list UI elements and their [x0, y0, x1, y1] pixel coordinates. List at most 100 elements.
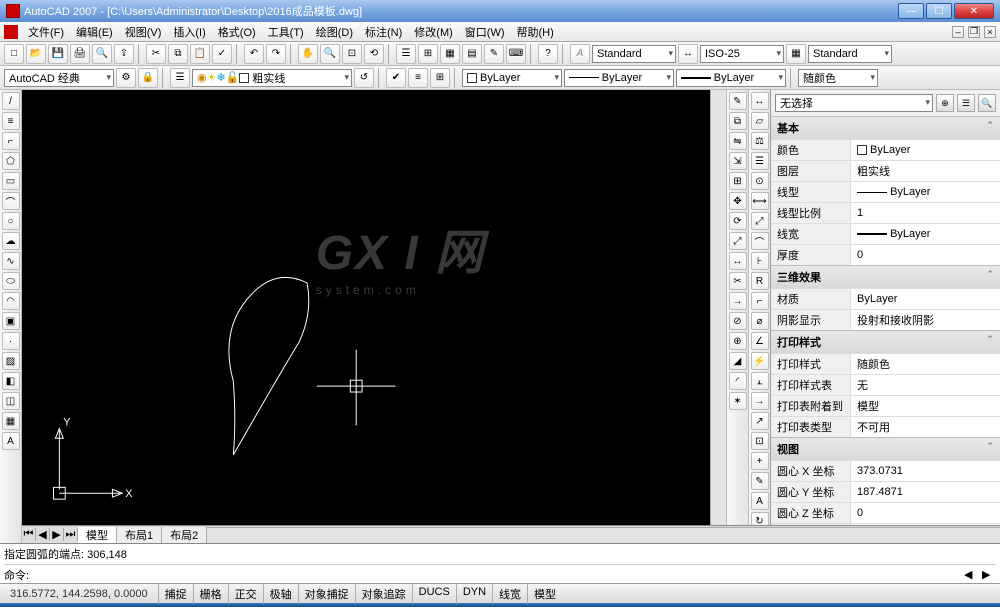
- polyline-icon[interactable]: ⌐: [2, 132, 20, 150]
- command-expand-button-left[interactable]: ◀: [964, 568, 978, 582]
- menu-tools[interactable]: 工具(T): [262, 22, 310, 42]
- prop-row[interactable]: 材质ByLayer: [771, 288, 1000, 309]
- doc-minimize-button[interactable]: –: [952, 26, 964, 38]
- prop-section-header[interactable]: 基本⌃: [771, 116, 1000, 139]
- zoom-window-button[interactable]: ⊡: [342, 44, 362, 64]
- status-toggle-对象捕捉[interactable]: 对象捕捉: [298, 584, 355, 604]
- cut-button[interactable]: ✂: [146, 44, 166, 64]
- toolbar-lock-button[interactable]: 🔒: [138, 68, 158, 88]
- menu-insert[interactable]: 插入(I): [167, 22, 211, 42]
- color-combo[interactable]: ByLayer: [462, 69, 562, 87]
- rotate-icon[interactable]: ⟳: [729, 212, 747, 230]
- join-icon[interactable]: ⊕: [729, 332, 747, 350]
- center-icon[interactable]: +: [751, 452, 769, 470]
- dim-radius-icon[interactable]: R: [751, 272, 769, 290]
- multiline-icon[interactable]: ≡: [2, 112, 20, 130]
- dim-ordinate-icon[interactable]: ⊦: [751, 252, 769, 270]
- dim-quick-icon[interactable]: ⚡: [751, 352, 769, 370]
- prop-row[interactable]: 线宽 ByLayer: [771, 223, 1000, 244]
- status-toggle-正交[interactable]: 正交: [228, 584, 263, 604]
- prop-row[interactable]: 打印表类型不可用: [771, 416, 1000, 437]
- status-toggle-模型[interactable]: 模型: [527, 584, 562, 604]
- trim-icon[interactable]: ✂: [729, 272, 747, 290]
- copy-button[interactable]: ⧉: [168, 44, 188, 64]
- prop-value[interactable]: ByLayer: [851, 182, 1000, 202]
- table-style-combo[interactable]: Standard: [808, 45, 892, 63]
- rectangle-icon[interactable]: ▭: [2, 172, 20, 190]
- dim-aligned-icon[interactable]: ⤢: [751, 212, 769, 230]
- stretch-icon[interactable]: ↔: [729, 252, 747, 270]
- block-icon[interactable]: ▣: [2, 312, 20, 330]
- prop-section-header[interactable]: 打印样式⌃: [771, 330, 1000, 353]
- gradient-icon[interactable]: ◧: [2, 372, 20, 390]
- prop-row[interactable]: 线型 ByLayer: [771, 181, 1000, 202]
- line-icon[interactable]: /: [2, 92, 20, 110]
- prop-row[interactable]: 圆心 X 坐标373.0731: [771, 460, 1000, 481]
- tolerance-icon[interactable]: ⊡: [751, 432, 769, 450]
- toggle-pickadd-button[interactable]: ⊕: [936, 94, 954, 112]
- status-toggle-DUCS[interactable]: DUCS: [412, 584, 456, 604]
- prop-row[interactable]: 打印表附着到模型: [771, 395, 1000, 416]
- spline-icon[interactable]: ∿: [2, 252, 20, 270]
- prop-value[interactable]: 粗实线: [851, 161, 1000, 181]
- help-button[interactable]: ?: [538, 44, 558, 64]
- mass-icon[interactable]: ⚖: [751, 132, 769, 150]
- zoom-rt-button[interactable]: 🔍: [320, 44, 340, 64]
- menu-view[interactable]: 视图(V): [119, 22, 168, 42]
- command-expand-button-right[interactable]: ▶: [982, 568, 996, 582]
- prop-row[interactable]: 打印样式随颜色: [771, 353, 1000, 374]
- distance-icon[interactable]: ↔: [751, 92, 769, 110]
- scale-icon[interactable]: ⤢: [729, 232, 747, 250]
- tab-layout1[interactable]: 布局1: [117, 527, 162, 543]
- list-icon[interactable]: ☰: [751, 152, 769, 170]
- doc-close-button[interactable]: ×: [984, 26, 996, 38]
- linetype-combo[interactable]: ByLayer: [564, 69, 674, 87]
- dim-text-icon[interactable]: A: [751, 492, 769, 510]
- move-icon[interactable]: ✥: [729, 192, 747, 210]
- mirror-icon[interactable]: ⇋: [729, 132, 747, 150]
- tab-last-button[interactable]: ⏭: [64, 528, 78, 541]
- properties-button[interactable]: ☰: [396, 44, 416, 64]
- workspace-combo[interactable]: AutoCAD 经典: [4, 69, 114, 87]
- prop-value[interactable]: 投射和接收阴影: [851, 310, 1000, 330]
- status-toggle-捕捉[interactable]: 捕捉: [158, 584, 193, 604]
- prop-row[interactable]: 颜色ByLayer: [771, 139, 1000, 160]
- prop-value[interactable]: 无: [851, 375, 1000, 395]
- doc-restore-button[interactable]: ❐: [968, 26, 980, 38]
- tab-layout2[interactable]: 布局2: [162, 527, 207, 543]
- chamfer-icon[interactable]: ◢: [729, 352, 747, 370]
- undo-button[interactable]: ↶: [244, 44, 264, 64]
- select-objects-button[interactable]: ☰: [957, 94, 975, 112]
- status-toggle-对象追踪[interactable]: 对象追踪: [355, 584, 412, 604]
- horizontal-scrollbar[interactable]: [207, 527, 1000, 543]
- circle-icon[interactable]: ○: [2, 212, 20, 230]
- close-button[interactable]: ✕: [954, 3, 994, 19]
- prop-value[interactable]: 0: [851, 503, 1000, 523]
- prop-row[interactable]: 打印样式表无: [771, 374, 1000, 395]
- explode-icon[interactable]: ✶: [729, 392, 747, 410]
- layer-states-button[interactable]: ⊞: [430, 68, 450, 88]
- ellipse-icon[interactable]: ⬭: [2, 272, 20, 290]
- prop-row[interactable]: 圆心 Z 坐标0: [771, 502, 1000, 523]
- erase-icon[interactable]: ✎: [729, 92, 747, 110]
- pan-button[interactable]: ✋: [298, 44, 318, 64]
- minimize-button[interactable]: —: [898, 3, 924, 19]
- menu-file[interactable]: 文件(F): [22, 22, 70, 42]
- dim-style-icon[interactable]: ↔: [678, 44, 698, 64]
- dim-baseline-icon[interactable]: ⫠: [751, 372, 769, 390]
- table-style-icon[interactable]: ▦: [786, 44, 806, 64]
- drawing-canvas[interactable]: Y X GX I 网 system.co: [22, 90, 710, 525]
- layer-combo[interactable]: ◉☀❄🔓 粗实线: [192, 69, 352, 87]
- zoom-prev-button[interactable]: ⟲: [364, 44, 384, 64]
- prop-row[interactable]: 圆心 Y 坐标187.4871: [771, 481, 1000, 502]
- text-style-combo[interactable]: Standard: [592, 45, 676, 63]
- new-button[interactable]: □: [4, 44, 24, 64]
- vertical-scrollbar[interactable]: [710, 90, 726, 525]
- table-icon[interactable]: ▦: [2, 412, 20, 430]
- prop-value[interactable]: 373.0731: [851, 461, 1000, 481]
- workspace-settings-button[interactable]: ⚙: [116, 68, 136, 88]
- menu-draw[interactable]: 绘图(D): [310, 22, 359, 42]
- text-style-icon[interactable]: A: [570, 44, 590, 64]
- layer-match-button[interactable]: ≡: [408, 68, 428, 88]
- array-icon[interactable]: ⊞: [729, 172, 747, 190]
